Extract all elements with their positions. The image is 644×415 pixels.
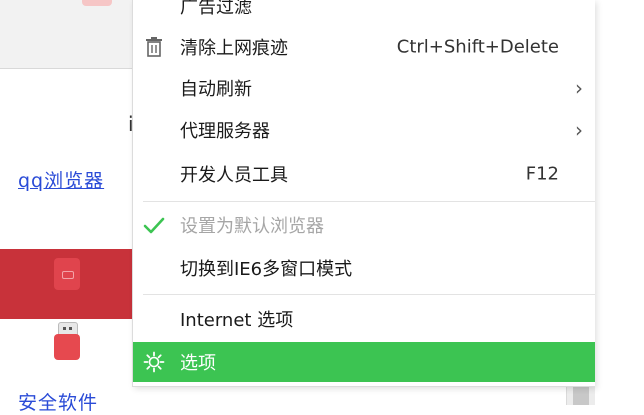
menu-item-developer-tools[interactable]: 开发人员工具 F12 [133,154,595,194]
menu-item-switch-ie6-mode[interactable]: 切换到IE6多窗口模式 [133,248,595,288]
menu-item-label: 设置为默认浏览器 [180,216,324,237]
menu-item-label: 切换到IE6多窗口模式 [180,259,353,280]
menu-item-label: 开发人员工具 [180,165,288,186]
gear-icon [143,351,165,373]
menu-separator [143,294,595,295]
menu-item-label: 清除上网痕迹 [180,38,288,59]
menu-item-label: Internet 选项 [180,310,294,331]
menu-item-options[interactable]: 选项 [133,342,595,382]
page-tab-fragment [82,0,112,6]
menu-item-label: 广告过滤 [180,0,252,18]
chevron-right-icon: › [575,76,583,100]
shortcut-text: Ctrl+Shift+Delete [396,36,559,58]
qq-browser-link[interactable]: qq浏览器 [18,166,104,193]
menu-item-clear-history[interactable]: 清除上网痕迹 Ctrl+Shift+Delete [133,27,595,67]
menu-item-label: 代理服务器 [180,121,270,142]
trash-icon [143,36,165,58]
checkmark-icon [143,214,165,236]
menu-item-set-default-browser: 设置为默认浏览器 [133,205,595,245]
menu-item-internet-options[interactable]: Internet 选项 [133,299,595,339]
menu-separator [143,201,595,202]
app-tile-icon[interactable] [54,258,80,290]
menu-item-label: 自动刷新 [180,79,252,100]
shortcut-text: F12 [525,163,559,185]
security-software-link[interactable]: 安全软件 [18,388,98,415]
menu-item-ad-filter[interactable]: 广告过滤 [133,0,595,26]
scrollbar-thumb[interactable] [573,386,589,405]
tools-menu: 广告过滤 清除上网痕迹 Ctrl+Shift+Delete 自动刷新 › 代理服… [132,0,595,387]
menu-item-proxy-server[interactable]: 代理服务器 › [133,110,595,150]
chevron-right-icon: › [575,118,583,142]
menu-item-label: 选项 [180,353,216,374]
usb-drive-icon[interactable] [54,322,80,362]
menu-item-auto-refresh[interactable]: 自动刷新 › [133,68,595,108]
